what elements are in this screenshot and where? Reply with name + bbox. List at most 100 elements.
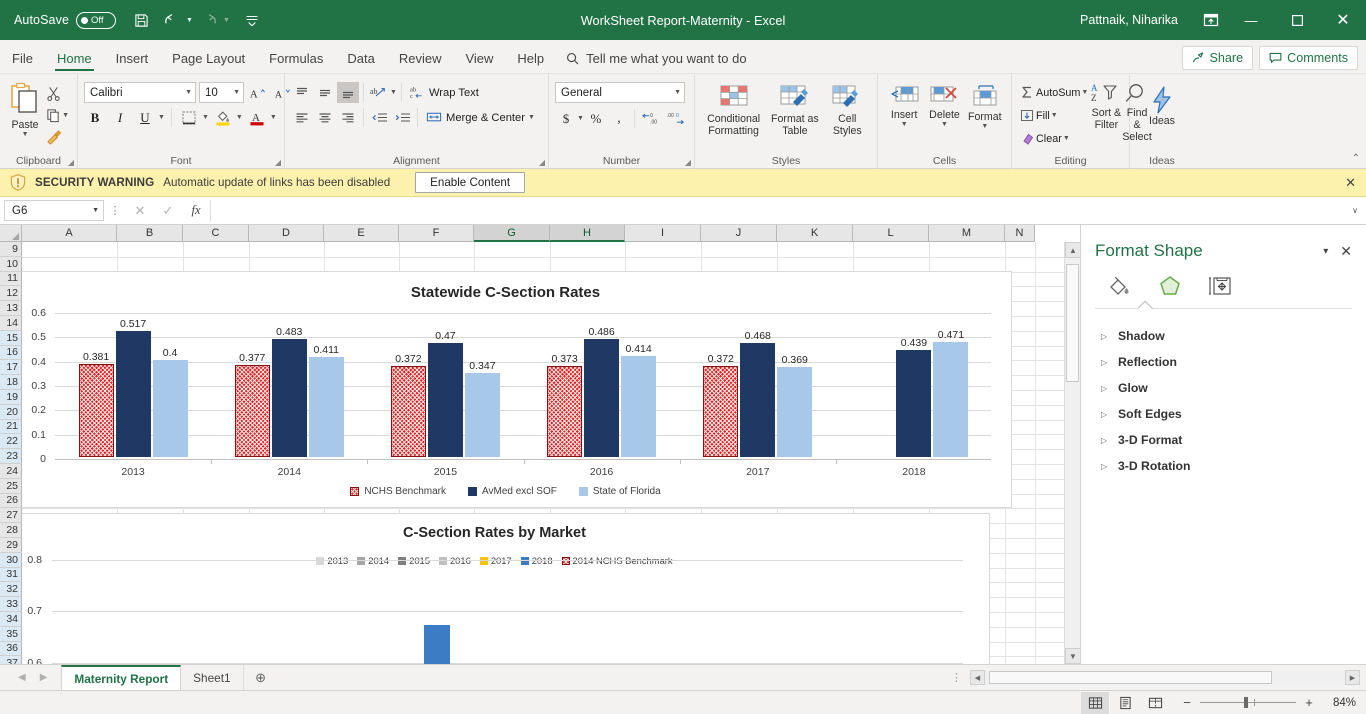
legend-item-nchs-benchmark[interactable]: NCHS Benchmark	[350, 486, 446, 497]
borders-button[interactable]	[178, 107, 200, 128]
alignment-dialog-launcher[interactable]: ◢	[539, 158, 545, 167]
expand-triangle-icon[interactable]: ▷	[1101, 358, 1109, 367]
chart-c-section-rates-by-market[interactable]: C-Section Rates by Market 20132014201520…	[0, 513, 990, 664]
pane-options-icon[interactable]: ▾	[1311, 246, 1340, 257]
horizontal-scrollbar[interactable]: ◀ ▶	[970, 670, 1360, 685]
chart-statewide-c-section-rates[interactable]: Statewide C-Section Rates 0 0.1 0.2 0.3 0.4 0…	[0, 271, 1012, 508]
format-cells-button[interactable]: Format ▼	[965, 82, 1005, 130]
expand-formula-bar-icon[interactable]: ∨	[1344, 206, 1366, 215]
tab-help[interactable]: Help	[505, 43, 556, 73]
row-header-36[interactable]: 36	[0, 641, 22, 657]
borders-dropdown-icon[interactable]: ▼	[202, 114, 209, 121]
orientation-dropdown-icon[interactable]: ▼	[390, 89, 397, 96]
fill-color-dropdown-icon[interactable]: ▼	[236, 114, 243, 121]
zoom-slider[interactable]	[1200, 697, 1296, 708]
column-header-i[interactable]: I	[625, 225, 701, 242]
worksheet[interactable]: Statewide C-Section Rates 0 0.1 0.2 0.3 0.4 0…	[0, 225, 1080, 664]
fill-color-button[interactable]	[212, 107, 234, 128]
undo-icon[interactable]	[157, 5, 187, 35]
size-properties-tab[interactable]	[1203, 271, 1237, 301]
tab-home[interactable]: Home	[45, 43, 104, 73]
column-header-d[interactable]: D	[249, 225, 324, 242]
format-dropdown-icon[interactable]: ▼	[981, 123, 988, 130]
normal-view-icon[interactable]	[1081, 691, 1109, 714]
font-color-dropdown-icon[interactable]: ▼	[270, 114, 277, 121]
align-bottom-button[interactable]	[337, 82, 359, 103]
increase-font-size-button[interactable]: A	[247, 82, 269, 103]
accounting-format-button[interactable]: $	[555, 108, 577, 129]
row-header-32[interactable]: 32	[0, 582, 22, 598]
format-section-3-d-rotation[interactable]: ▷ 3-D Rotation	[1081, 453, 1366, 479]
delete-dropdown-icon[interactable]: ▼	[941, 121, 948, 128]
column-header-n[interactable]: N	[1005, 225, 1035, 242]
bar-state-of-florida-2014[interactable]	[308, 357, 344, 457]
column-header-m[interactable]: M	[929, 225, 1005, 242]
paste-dropdown-icon[interactable]: ▼	[22, 131, 29, 138]
bar-avmed-excl-sof-2013[interactable]	[115, 331, 151, 457]
row-header-23[interactable]: 23	[0, 449, 22, 464]
scroll-up-icon[interactable]: ▲	[1065, 242, 1080, 258]
decrease-indent-button[interactable]	[368, 107, 390, 128]
autosave-control[interactable]: AutoSave Off	[14, 11, 117, 29]
previous-sheet-icon[interactable]: ◀	[18, 672, 26, 683]
format-section-3-d-format[interactable]: ▷ 3-D Format	[1081, 427, 1366, 453]
close-pane-icon[interactable]: ✕	[1340, 243, 1354, 260]
row-header-31[interactable]: 31	[0, 567, 22, 583]
minimize-button[interactable]: —	[1228, 0, 1274, 40]
merge-center-dropdown-icon[interactable]: ▼	[528, 114, 535, 121]
column-header-f[interactable]: F	[399, 225, 474, 242]
row-header-22[interactable]: 22	[0, 434, 22, 450]
tab-formulas[interactable]: Formulas	[257, 43, 335, 73]
expand-triangle-icon[interactable]: ▷	[1101, 436, 1109, 445]
expand-triangle-icon[interactable]: ▷	[1101, 384, 1109, 393]
row-header-15[interactable]: 15	[0, 330, 22, 346]
autosum-dropdown-icon[interactable]: ▼	[1081, 89, 1088, 96]
font-dialog-launcher[interactable]: ◢	[275, 158, 281, 167]
tab-insert[interactable]: Insert	[104, 43, 161, 73]
bar-avmed-excl-sof-2014[interactable]	[271, 339, 307, 457]
bar-state-of-florida-2018[interactable]	[933, 342, 969, 457]
page-layout-view-icon[interactable]	[1111, 692, 1139, 714]
format-section-soft-edges[interactable]: ▷ Soft Edges	[1081, 401, 1366, 427]
cancel-formula-button[interactable]: ✕	[126, 203, 154, 219]
fill-button[interactable]: Fill ▼	[1018, 105, 1090, 126]
format-section-reflection[interactable]: ▷ Reflection	[1081, 349, 1366, 375]
sort-filter-button[interactable]: AZ Sort & Filter	[1091, 80, 1121, 132]
align-top-button[interactable]	[291, 82, 313, 103]
bar-nchs-benchmark-2016[interactable]	[547, 366, 583, 457]
enter-formula-button[interactable]: ✓	[154, 203, 182, 219]
ribbon-display-options-icon[interactable]	[1194, 0, 1228, 40]
ideas-button[interactable]: Ideas	[1139, 84, 1185, 128]
save-icon[interactable]	[126, 5, 156, 35]
row-header-20[interactable]: 20	[0, 404, 22, 420]
scroll-right-icon[interactable]: ▶	[1345, 670, 1360, 685]
name-box[interactable]: G6 ▼	[4, 200, 104, 221]
bold-button[interactable]: B	[84, 107, 106, 128]
bar-state-of-florida-2016[interactable]	[621, 356, 657, 457]
row-header-30[interactable]: 30	[0, 552, 22, 568]
horizontal-scroll-thumb[interactable]	[989, 671, 1272, 684]
row-header-11[interactable]: 11	[0, 271, 22, 287]
paste-button[interactable]: Paste ▼	[6, 80, 44, 138]
vertical-scrollbar[interactable]: ▲ ▼	[1064, 242, 1080, 664]
close-button[interactable]: ✕	[1320, 0, 1366, 40]
clear-dropdown-icon[interactable]: ▼	[1063, 135, 1070, 142]
bar-nchs-benchmark-2013[interactable]	[78, 364, 114, 457]
zoom-in-button[interactable]: +	[1303, 695, 1315, 710]
sheet-tab-maternity-report[interactable]: Maternity Report	[61, 664, 182, 691]
tab-view[interactable]: View	[453, 43, 505, 73]
insert-function-button[interactable]: fx	[182, 203, 210, 218]
formula-input[interactable]	[210, 200, 1344, 221]
insert-dropdown-icon[interactable]: ▼	[901, 121, 908, 128]
row-header-29[interactable]: 29	[0, 537, 22, 553]
close-security-bar-icon[interactable]: ✕	[1345, 175, 1356, 191]
underline-dropdown-icon[interactable]: ▼	[158, 114, 165, 121]
number-format-combo[interactable]: General ▼	[555, 82, 685, 103]
collapse-ribbon-button[interactable]: ⌃	[1352, 153, 1360, 164]
bar-nchs-benchmark-2015[interactable]	[390, 366, 426, 457]
zoom-level-label[interactable]: 84%	[1322, 697, 1356, 709]
comments-button[interactable]: Comments	[1259, 46, 1358, 70]
orientation-button[interactable]: ab	[368, 82, 390, 103]
column-header-j[interactable]: J	[701, 225, 777, 242]
fill-line-tab[interactable]	[1103, 271, 1137, 301]
